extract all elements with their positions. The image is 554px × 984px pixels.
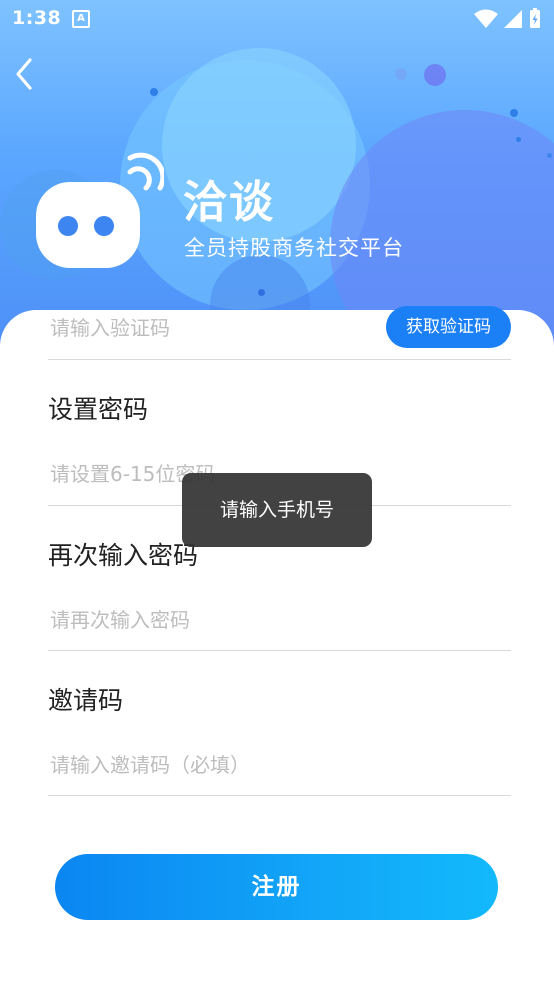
status-time: 1:38 <box>12 7 62 29</box>
notification-a-icon: A <box>72 10 90 28</box>
password-label: 设置密码 <box>48 395 149 424</box>
status-bar: 1:38 A <box>0 0 554 38</box>
decor-dot <box>150 88 158 96</box>
invite-code-label: 邀请码 <box>48 686 124 715</box>
confirm-password-placeholder: 请再次输入密码 <box>50 608 190 632</box>
decor-dot <box>510 109 518 117</box>
signal-icon <box>504 10 522 28</box>
invite-code-field[interactable]: 请输入邀请码（必填） <box>48 739 511 796</box>
get-verification-code-button[interactable]: 获取验证码 <box>386 306 511 348</box>
status-indicators <box>474 8 540 28</box>
verification-code-placeholder: 请输入验证码 <box>50 316 170 340</box>
brand-subtitle: 全员持股商务社交平台 <box>184 236 404 260</box>
decor-dot <box>395 68 407 80</box>
mascot-logo-icon <box>36 152 164 268</box>
wifi-icon <box>474 9 498 28</box>
decor-dot <box>258 289 265 296</box>
brand-title: 洽谈 <box>183 177 275 228</box>
battery-icon <box>530 8 540 28</box>
decor-dot <box>424 64 446 86</box>
confirm-password-label: 再次输入密码 <box>48 541 199 570</box>
invite-code-placeholder: 请输入邀请码（必填） <box>50 753 250 777</box>
toast-message: 请输入手机号 <box>182 473 372 547</box>
back-arrow-icon[interactable] <box>10 56 38 92</box>
decor-dot <box>516 137 521 142</box>
confirm-password-field[interactable]: 请再次输入密码 <box>48 594 511 651</box>
register-button[interactable]: 注册 <box>55 854 498 920</box>
decor-dot <box>547 153 552 158</box>
